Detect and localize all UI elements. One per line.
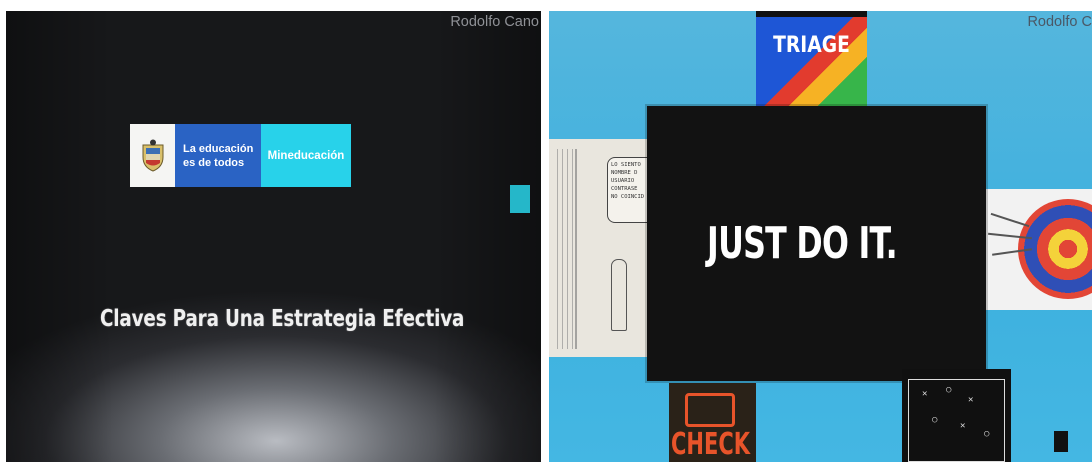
play-mark: ✕ (960, 421, 966, 431)
mineducacion-logo: La educación es de todos Mineducación (130, 124, 351, 187)
bubble-line: NO COINCID (611, 194, 645, 200)
triage-card: TRIAGE (756, 11, 867, 106)
presentation-title: Claves Para Una Estrategia Efectiva (100, 304, 465, 332)
teal-square-decoration (510, 185, 530, 213)
tactics-board-icon: ✕ ○ ✕ ○ ✕ ○ (902, 369, 1011, 462)
play-mark: ✕ (968, 395, 974, 405)
gate-drawing (553, 149, 577, 349)
author-name: Rodolfo Cano (450, 14, 539, 30)
speech-bubble: LO SIENTO NOMBRE D USUARIO CONTRASE NO C… (607, 157, 649, 223)
slogan-card: JUST DO IT. (647, 106, 986, 381)
bubble-line: USUARIO (611, 178, 635, 184)
dartboard-target-icon (982, 189, 1092, 310)
cartoon-figure (611, 259, 627, 331)
coat-of-arms-icon (130, 124, 175, 187)
right-photo: Rodolfo Ca TRIAGE LO SIENTO NOMBRE D USU… (549, 11, 1092, 462)
play-mark: ✕ (922, 389, 928, 399)
play-mark: ○ (932, 415, 938, 425)
play-mark: ○ (946, 385, 952, 395)
dark-square-decoration (1054, 431, 1068, 452)
triage-top-strip (756, 11, 867, 17)
check-engine-icon (685, 393, 735, 427)
bubble-line: LO SIENTO (611, 162, 641, 168)
logo-slogan-line2: es de todos (183, 156, 245, 169)
check-label: CHECK (671, 427, 751, 462)
left-photo: Rodolfo Cano La educación es de todos Mi… (6, 11, 541, 462)
triage-label: TRIAGE (773, 33, 850, 58)
comic-cartoon-icon: LO SIENTO NOMBRE D USUARIO CONTRASE NO C… (549, 139, 649, 357)
bubble-line: NOMBRE D (611, 170, 638, 176)
vignette (6, 11, 541, 462)
author-name-cropped: Rodolfo Ca (1027, 14, 1092, 30)
check-engine-card: CHECK (669, 383, 756, 462)
logo-slogan-line1: La educación (183, 142, 254, 155)
slogan-text: JUST DO IT. (707, 218, 898, 269)
play-mark: ○ (984, 429, 990, 439)
bubble-line: CONTRASE (611, 186, 638, 192)
logo-brand: Mineducación (261, 124, 351, 187)
dart-arrow (990, 212, 1030, 228)
logo-slogan: La educación es de todos (175, 124, 261, 187)
